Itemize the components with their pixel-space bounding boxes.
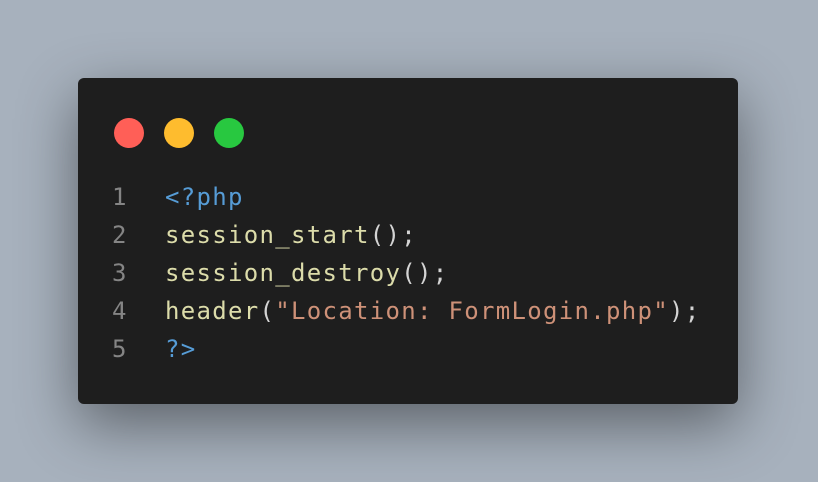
line-code: ?> [165,330,197,368]
line-number: 3 [112,259,128,287]
close-window-dot-icon [114,118,144,148]
line-code: session_destroy(); [165,254,449,292]
line-code: header("Location: FormLogin.php"); [165,292,700,330]
maximize-window-dot-icon [214,118,244,148]
line-number: 2 [112,221,128,249]
code-token-tag: ?> [165,335,197,363]
code-token-punct: (); [369,221,417,249]
code-token-func: session_destroy [165,259,402,287]
code-token-string: "Location: FormLogin.php" [275,297,669,325]
code-token-punct: ( [259,297,276,325]
minimize-window-dot-icon [164,118,194,148]
code-token-punct: ); [668,297,701,325]
code-window: 1 <?php 2 session_start(); 3 session_destroy(… [78,78,738,404]
line-number: 5 [112,335,128,363]
code-token-func: session_start [165,221,370,249]
code-token-tag: <?php [165,183,244,211]
code-token-punct: (); [401,259,449,287]
line-code: session_start(); [165,216,417,254]
line-number: 1 [112,183,128,211]
line-number: 4 [112,297,128,325]
line-code: <?php [165,178,244,216]
code-token-func: header [165,297,260,325]
